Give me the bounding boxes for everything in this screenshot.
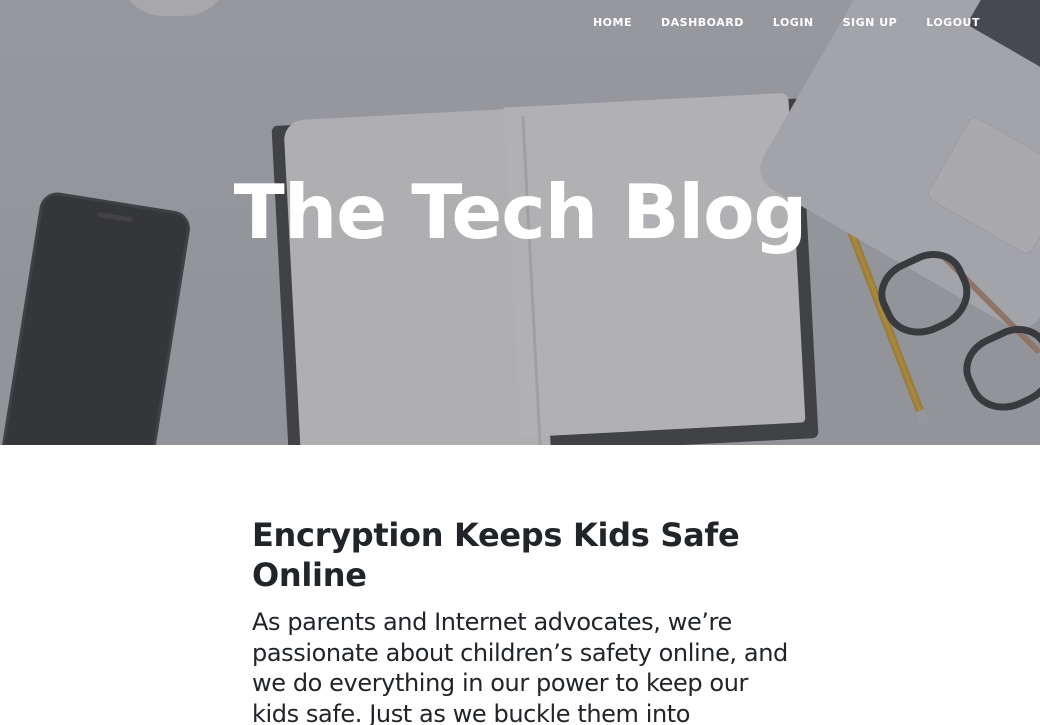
post-excerpt: As parents and Internet advocates, we’re… (252, 608, 788, 725)
hero-banner: HOME DASHBOARD LOGIN SIGN UP LOGOUT The … (0, 0, 1040, 445)
nav-home-link[interactable]: HOME (593, 15, 632, 29)
nav-login-link[interactable]: LOGIN (773, 15, 814, 29)
post-title-link[interactable]: Encryption Keeps Kids Safe Online (252, 515, 792, 595)
post-preview: Encryption Keeps Kids Safe Online As par… (252, 515, 792, 725)
nav-logout-link[interactable]: LOGOUT (926, 15, 980, 29)
nav-dashboard-link[interactable]: DASHBOARD (661, 15, 744, 29)
nav-signup-link[interactable]: SIGN UP (843, 15, 898, 29)
main-nav: HOME DASHBOARD LOGIN SIGN UP LOGOUT (564, 15, 980, 29)
site-title: The Tech Blog (233, 168, 808, 256)
